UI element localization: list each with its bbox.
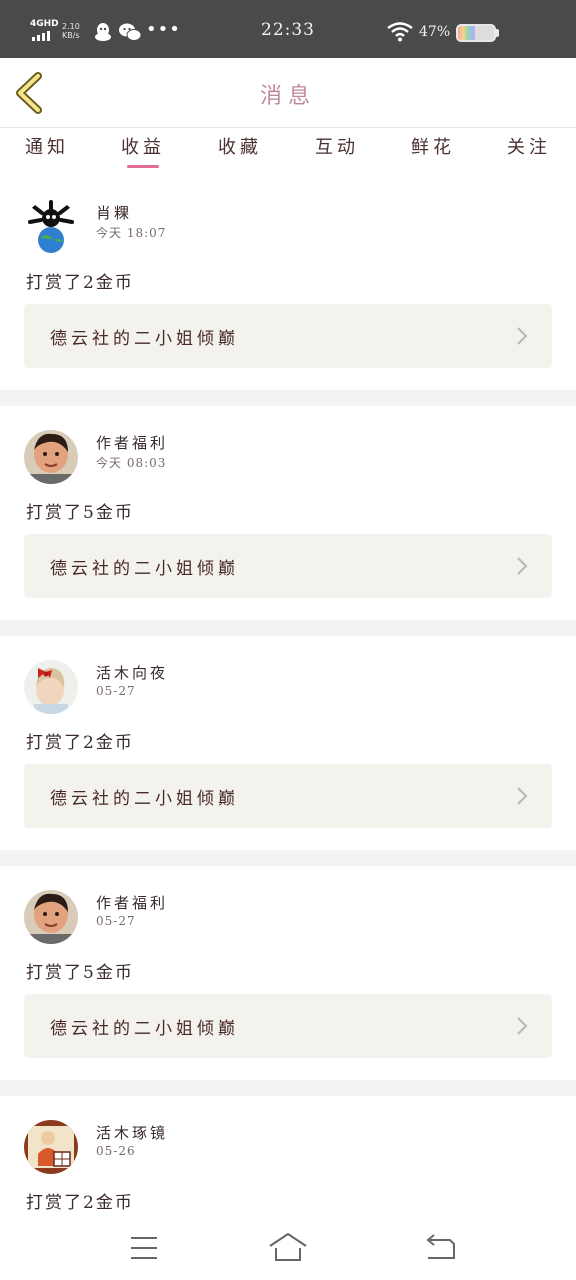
avatar[interactable] [24,1120,78,1174]
user-name[interactable]: 肖粿 [96,202,132,223]
battery-icon [456,24,496,42]
tab-notifications[interactable]: 通知 [2,135,92,175]
message-time: 今天 08:03 [96,456,167,470]
message-text: 打赏了5金币 [26,963,134,983]
child-photo-avatar-icon [24,890,78,944]
battery-percent: 47% [419,24,451,40]
message-text: 打赏了5金币 [26,503,134,523]
avatar[interactable] [24,200,78,254]
tab-underline [127,165,159,168]
card-separator [0,850,576,866]
book-title: 德云社的二小姐倾巅 [50,1019,239,1039]
tab-earnings[interactable]: 收益 [98,135,188,175]
message-card: 肖粿 今天 18:07 打赏了2金币 德云社的二小姐倾巅 [0,200,576,390]
child-photo-avatar-icon [24,430,78,484]
status-bar: 4GHD 2.10 KB/s ••• 22:33 47% [0,0,576,58]
book-title: 德云社的二小姐倾巅 [50,789,239,809]
card-separator [0,390,576,406]
chevron-right-icon [517,327,528,345]
avatar[interactable] [24,890,78,944]
book-link[interactable]: 德云社的二小姐倾巅 [24,994,552,1058]
tab-label: 通知 [25,137,69,158]
book-title: 德云社的二小姐倾巅 [50,329,239,349]
book-link[interactable]: 德云社的二小姐倾巅 [24,764,552,828]
user-name[interactable]: 作者福利 [96,892,168,913]
tab-bar: 通知 收益 收藏 互动 鲜花 关注 [0,129,576,179]
message-time: 05-27 [96,914,136,928]
message-time: 05-26 [96,1144,136,1158]
card-separator [0,1080,576,1096]
book-title: 德云社的二小姐倾巅 [50,559,239,579]
cartoon-avatar-icon [24,200,78,254]
book-link[interactable]: 德云社的二小姐倾巅 [24,534,552,598]
message-time: 今天 18:07 [96,226,167,240]
message-card: 活木琢镜 05-26 打赏了2金币 [0,1120,576,1216]
user-name[interactable]: 作者福利 [96,432,168,453]
tab-following[interactable]: 关注 [484,135,574,175]
menu-button[interactable] [124,1232,164,1264]
page-title: 消息 [259,84,316,109]
tab-label: 收藏 [218,137,262,158]
menu-icon [131,1237,157,1259]
message-card: 活木向夜 05-27 打赏了2金币 德云社的二小姐倾巅 [0,660,576,850]
back-nav-button[interactable] [420,1232,460,1264]
message-time: 05-27 [96,684,136,698]
tab-interactions[interactable]: 互动 [292,135,382,175]
illustration-avatar-icon [24,1120,78,1174]
avatar[interactable] [24,430,78,484]
navigation-bar [0,1216,576,1280]
back-arrow-icon [426,1234,455,1259]
card-separator [0,620,576,636]
tab-label: 鲜花 [411,137,455,158]
tab-label: 关注 [507,137,551,158]
book-link[interactable]: 德云社的二小姐倾巅 [24,304,552,368]
app-header: 消息 [0,58,576,128]
user-name[interactable]: 活木向夜 [96,662,168,683]
tab-label: 互动 [315,137,359,158]
tab-favorites[interactable]: 收藏 [195,135,285,175]
message-card: 作者福利 今天 08:03 打赏了5金币 德云社的二小姐倾巅 [0,430,576,620]
message-text: 打赏了2金币 [26,733,134,753]
message-card: 作者福利 05-27 打赏了5金币 德云社的二小姐倾巅 [0,890,576,1080]
chevron-right-icon [517,787,528,805]
girl-photo-avatar-icon [24,660,78,714]
tab-label: 收益 [121,137,165,158]
message-text: 打赏了2金币 [26,273,134,293]
tab-flowers[interactable]: 鲜花 [388,135,478,175]
avatar[interactable] [24,660,78,714]
home-button[interactable] [268,1232,308,1264]
chevron-right-icon [517,1017,528,1035]
message-text: 打赏了2金币 [26,1193,134,1213]
battery-fill [458,26,475,40]
chevron-right-icon [517,557,528,575]
battery-tip [496,29,499,37]
home-icon [269,1232,307,1261]
user-name[interactable]: 活木琢镜 [96,1122,168,1143]
wifi-icon [387,22,413,42]
